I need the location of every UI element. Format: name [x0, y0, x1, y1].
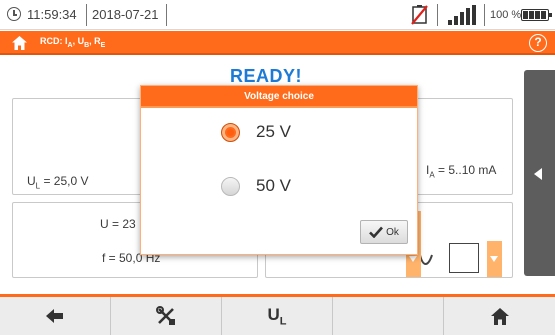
ok-label: Ok	[386, 226, 399, 238]
u-readout: U = 23	[100, 217, 136, 231]
radio-label-25v: 25 V	[256, 122, 291, 141]
home-icon[interactable]	[11, 35, 28, 51]
status-separator	[484, 4, 485, 26]
settings-button[interactable]	[111, 297, 222, 335]
ok-button[interactable]: Ok	[360, 220, 408, 244]
back-arrow-icon	[46, 309, 63, 323]
ul-button[interactable]: UL	[222, 297, 333, 335]
help-icon[interactable]: ?	[529, 34, 547, 52]
ia-readout: IA = 5..10 mA	[426, 163, 497, 180]
battery-percent: 100 %	[490, 9, 522, 21]
status-bar: 11:59:34 2018-07-21 100 %	[0, 0, 555, 30]
bottom-toolbar: UL	[0, 294, 555, 335]
clock-icon	[7, 7, 21, 21]
radio-selected-icon[interactable]	[221, 122, 240, 142]
signal-icon	[448, 5, 476, 25]
home-button[interactable]	[444, 297, 555, 335]
title-bar: RCD: IA, UB, RE ?	[0, 31, 555, 55]
ready-label: READY!	[230, 66, 303, 86]
radio-option-25v[interactable]: 25 V	[221, 122, 291, 142]
battery-icon	[521, 9, 552, 21]
radio-label-50v: 50 V	[256, 176, 291, 195]
radio-unselected-icon[interactable]	[221, 176, 240, 196]
ul-button-label: UL	[267, 304, 287, 328]
status-separator	[166, 4, 167, 26]
rcd-type-icon[interactable]	[449, 243, 479, 273]
home-icon	[490, 307, 509, 325]
dropdown-arrow-icon[interactable]	[487, 241, 502, 277]
battery-warning-icon	[411, 5, 428, 25]
back-button[interactable]	[0, 297, 111, 335]
status-separator	[86, 4, 87, 26]
empty-button[interactable]	[333, 297, 444, 335]
radio-option-50v[interactable]: 50 V	[221, 176, 291, 196]
chevron-left-icon	[534, 168, 542, 180]
status-date: 2018-07-21	[92, 7, 159, 22]
status-separator	[437, 4, 438, 26]
checkmark-icon	[369, 226, 384, 238]
page-title: RCD: IA, UB, RE	[40, 36, 106, 49]
status-time: 11:59:34	[27, 7, 77, 22]
dialog-title: Voltage choice	[141, 86, 417, 108]
ul-readout: UL = 25,0 V	[27, 174, 89, 191]
voltage-choice-dialog: Voltage choice 25 V 50 V Ok	[140, 85, 418, 255]
settings-tools-icon	[156, 306, 175, 325]
side-panel-toggle[interactable]	[524, 70, 555, 276]
